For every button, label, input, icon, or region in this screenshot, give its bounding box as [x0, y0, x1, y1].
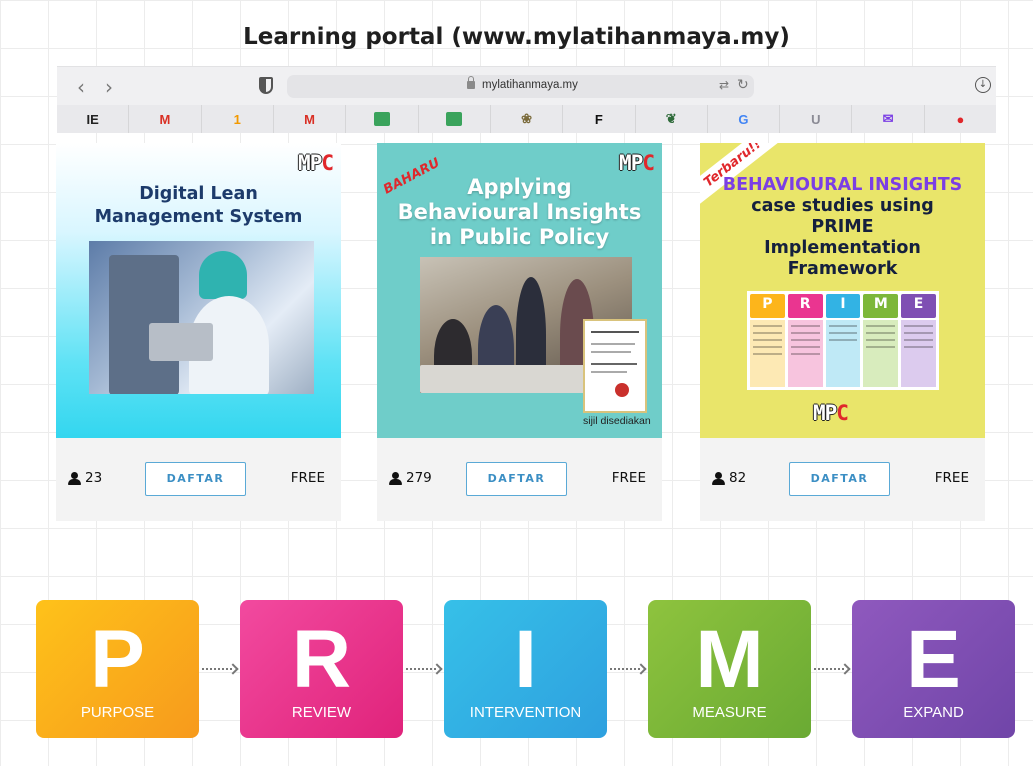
prime-mini-r: R: [787, 294, 823, 387]
course-title: BEHAVIOURAL INSIGHTS case studies using …: [722, 175, 963, 279]
course-title: Digital Lean Management System: [94, 184, 303, 227]
prime-word: MEASURE: [692, 704, 767, 721]
certificate-image: [583, 319, 647, 413]
gmail-icon: M: [304, 111, 316, 127]
prime-word: INTERVENTION: [469, 704, 582, 721]
bookmark-item[interactable]: F: [562, 105, 634, 133]
tech-e-icon: IE: [86, 111, 99, 127]
daftar-button[interactable]: DAFTAR: [145, 462, 246, 496]
enrolment-count: 23: [68, 470, 102, 486]
certificate-note: sijil disediakan: [583, 415, 651, 427]
url-text: mylatihanmaya.my: [482, 79, 578, 91]
bookmark-item[interactable]: 1: [200, 105, 273, 133]
prime-step-measure: M MEASURE: [648, 600, 811, 738]
person-icon: [68, 471, 81, 485]
mpc-logo: MPC: [619, 151, 655, 175]
privacy-shield-icon[interactable]: [259, 77, 273, 94]
emblem-icon: ❀: [521, 111, 532, 126]
course-card-prime-case-studies[interactable]: Terbaru!! BEHAVIOURAL INSIGHTS case stud…: [700, 143, 985, 521]
card-footer: 23 DAFTAR FREE: [56, 438, 341, 521]
daftar-button[interactable]: DAFTAR: [466, 462, 567, 496]
browser-chrome: ‹ › mylatihanmaya.my ⇄ ↻ ↓ IE M 1 M ❀ F ❦ G U ✉ ●: [57, 66, 996, 133]
dotted-arrow-icon: [406, 666, 442, 672]
translate-icon[interactable]: ⇄: [719, 78, 729, 92]
card-footer: 82 DAFTAR FREE: [700, 438, 985, 521]
bookmark-item[interactable]: ❦: [634, 105, 707, 133]
address-bar[interactable]: mylatihanmaya.my ⇄ ↻: [287, 75, 754, 98]
prime-word: EXPAND: [903, 704, 964, 721]
enrolment-count: 279: [389, 470, 432, 486]
download-icon[interactable]: ↓: [975, 77, 991, 93]
lab-worker-photo: [89, 241, 314, 394]
prime-step-expand: E EXPAND: [852, 600, 1015, 738]
prime-step-purpose: P PURPOSE: [36, 600, 199, 738]
course-poster[interactable]: BAHARU MPC Applying Behavioural Insights…: [377, 143, 662, 438]
bookmark-item[interactable]: M: [128, 105, 200, 133]
bookmark-item[interactable]: [345, 105, 417, 133]
green-site-icon: [373, 112, 390, 126]
prime-letter: P: [90, 614, 145, 705]
forward-arrow-icon[interactable]: ›: [105, 75, 113, 99]
course-card-behavioural-insights[interactable]: BAHARU MPC Applying Behavioural Insights…: [377, 143, 662, 521]
page-heading: Learning portal (www.mylatihanmaya.my): [243, 24, 790, 50]
lock-icon: [467, 76, 475, 89]
prime-mini-e: E: [901, 294, 936, 387]
opera-icon: ●: [956, 111, 965, 127]
dotted-arrow-icon: [610, 666, 646, 672]
f-icon: F: [594, 111, 603, 127]
u-icon: U: [811, 111, 821, 127]
bookmark-item[interactable]: M: [272, 105, 345, 133]
google-icon: G: [738, 111, 749, 127]
course-card-digital-lean[interactable]: MPC Digital Lean Management System 23 DA…: [56, 143, 341, 521]
bookmark-item[interactable]: ●: [923, 105, 996, 133]
browser-toolbar: ‹ › mylatihanmaya.my ⇄ ↻ ↓: [57, 67, 996, 105]
prime-mini-m: M: [863, 294, 899, 387]
prime-word: REVIEW: [291, 704, 352, 721]
bookmark-item[interactable]: ❀: [489, 105, 562, 133]
prime-step-intervention: I INTERVENTION: [444, 600, 607, 738]
person-icon: [712, 471, 725, 485]
gmail-icon: M: [159, 111, 171, 127]
mpc-logo: MPC: [298, 151, 334, 175]
prime-letter: M: [695, 614, 764, 705]
one-icon: 1: [233, 111, 241, 127]
person-icon: [389, 471, 402, 485]
leaf-icon: ❦: [665, 111, 677, 126]
bookmark-item[interactable]: ✉: [851, 105, 923, 133]
prime-step-review: R REVIEW: [240, 600, 403, 738]
dotted-arrow-icon: [814, 666, 850, 672]
prime-letter: I: [514, 614, 537, 705]
price-label: FREE: [934, 470, 969, 486]
price-label: FREE: [611, 470, 646, 486]
card-footer: 279 DAFTAR FREE: [377, 438, 662, 521]
prime-framework-table: P R I M E: [747, 291, 939, 390]
enrolment-count: 82: [712, 470, 746, 486]
bookmarks-bar: IE M 1 M ❀ F ❦ G U ✉ ●: [57, 105, 996, 133]
course-poster[interactable]: Terbaru!! BEHAVIOURAL INSIGHTS case stud…: [700, 143, 985, 438]
mail-icon: ✉: [882, 111, 894, 126]
price-label: FREE: [290, 470, 325, 486]
prime-letter: R: [291, 614, 352, 705]
bookmark-item[interactable]: G: [706, 105, 779, 133]
bookmark-item[interactable]: [417, 105, 490, 133]
reload-icon[interactable]: ↻: [737, 77, 749, 93]
course-title: Applying Behavioural Insights in Public …: [397, 175, 642, 249]
mpc-logo: MPC: [813, 401, 849, 425]
prime-mini-p: P: [750, 294, 785, 387]
course-poster[interactable]: MPC Digital Lean Management System: [56, 143, 341, 438]
bookmark-item[interactable]: U: [779, 105, 851, 133]
bookmark-item[interactable]: IE: [57, 105, 128, 133]
daftar-button[interactable]: DAFTAR: [789, 462, 890, 496]
back-arrow-icon[interactable]: ‹: [77, 75, 85, 99]
dotted-arrow-icon: [202, 666, 238, 672]
green-site-icon: [446, 112, 463, 126]
prime-word: PURPOSE: [80, 704, 155, 721]
prime-mini-i: I: [825, 294, 861, 387]
prime-letter: E: [906, 614, 961, 705]
